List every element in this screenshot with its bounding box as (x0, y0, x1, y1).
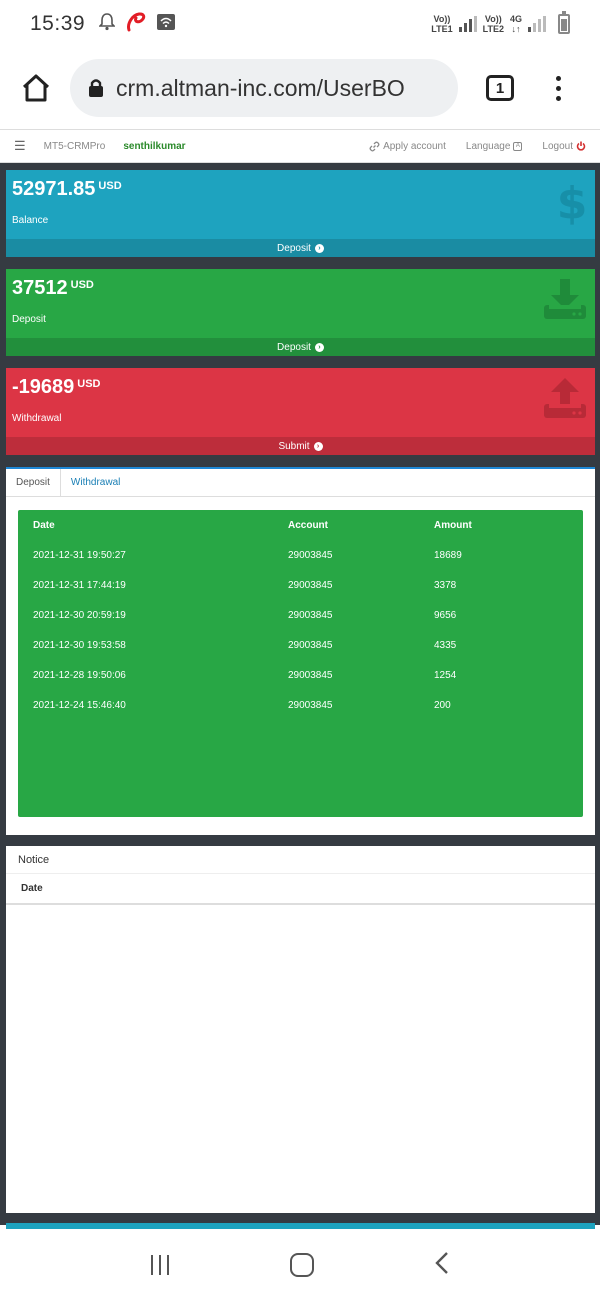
sim1-indicator: Vo)) LTE1 (431, 14, 453, 34)
row-amount: 1254 (434, 669, 457, 681)
dashboard-content: 52971.85 USD Balance $ Deposit › 37512 USD… (0, 163, 600, 1229)
row-date: 2021-12-31 17:44:19 (33, 579, 126, 591)
withdrawal-card: -19689 USD Withdrawal Submit › (6, 368, 595, 455)
data-4g-indicator: 4G ↓↑ (509, 14, 522, 34)
airtel-logo-icon (125, 11, 147, 37)
recent-apps-button[interactable] (150, 1255, 169, 1275)
dollar-icon: $ (557, 178, 588, 231)
withdrawal-label: Withdrawal (12, 413, 62, 424)
notice-title: Notice (6, 846, 595, 874)
row-account: 29003845 (288, 579, 333, 591)
browser-menu-button[interactable] (556, 75, 561, 101)
signal1-icon (458, 16, 477, 32)
bell-icon (98, 12, 116, 36)
row-account: 29003845 (288, 699, 333, 711)
home-icon (22, 74, 50, 102)
url-text: crm.altman-inc.com/UserBO (116, 74, 405, 101)
transaction-tabs: Deposit Withdrawal (6, 469, 595, 497)
signal2-icon (528, 16, 546, 32)
row-date: 2021-12-30 20:59:19 (33, 609, 126, 621)
bottom-panel-edge (6, 1223, 595, 1229)
brand-link[interactable]: MT5-CRMPro (44, 141, 106, 152)
back-button[interactable] (435, 1251, 449, 1280)
row-account: 29003845 (288, 669, 333, 681)
lock-icon (89, 79, 103, 97)
nav-right-links: Apply account Language A Logout (369, 141, 586, 152)
link-icon (369, 141, 380, 151)
status-bar: 15:39 Vo)) LTE1 Vo)) LTE2 4G ↓↑ (0, 0, 600, 48)
notice-column-header-date: Date (6, 874, 595, 905)
language-icon: A (513, 141, 523, 151)
table-row: 2021-12-28 19:50:06 29003845 1254 (18, 660, 583, 690)
username-link[interactable]: senthilkumar (123, 141, 185, 152)
row-amount: 200 (434, 699, 451, 711)
column-header-amount: Amount (434, 519, 472, 531)
deposit-card: 37512 USD Deposit Deposit › (6, 269, 595, 356)
download-icon (543, 277, 587, 328)
balance-deposit-button[interactable]: Deposit › (6, 239, 595, 257)
withdrawal-submit-button[interactable]: Submit › (6, 437, 595, 455)
address-bar[interactable]: crm.altman-inc.com/UserBO (70, 59, 458, 117)
row-amount: 3378 (434, 579, 457, 591)
balance-amount: 52971.85 USD (12, 178, 122, 200)
transactions-panel: Deposit Withdrawal Date Account Amount 2… (6, 467, 595, 835)
tab-withdrawal[interactable]: Withdrawal (61, 469, 130, 496)
table-row: 2021-12-31 19:50:27 29003845 18689 (18, 540, 583, 570)
row-date: 2021-12-24 15:46:40 (33, 699, 126, 711)
row-account: 29003845 (288, 609, 333, 621)
row-date: 2021-12-31 19:50:27 (33, 549, 126, 561)
row-amount: 4335 (434, 639, 457, 651)
sim2-indicator: Vo)) LTE2 (482, 14, 504, 34)
logout-link[interactable]: Logout (542, 141, 586, 152)
table-header: Date Account Amount (18, 510, 583, 540)
row-date: 2021-12-30 19:53:58 (33, 639, 126, 651)
language-link[interactable]: Language A (466, 141, 523, 152)
deposit-amount: 37512 USD (12, 277, 94, 299)
row-date: 2021-12-28 19:50:06 (33, 669, 126, 681)
table-row: 2021-12-30 20:59:19 29003845 9656 (18, 600, 583, 630)
balance-card: 52971.85 USD Balance $ Deposit › (6, 170, 595, 257)
row-amount: 18689 (434, 549, 462, 561)
home-button[interactable] (18, 70, 54, 106)
battery-icon (558, 11, 570, 34)
arrow-right-circle-icon: › (314, 243, 324, 253)
svg-text:$: $ (557, 178, 587, 226)
upload-icon (543, 376, 587, 427)
apply-account-link[interactable]: Apply account (369, 141, 446, 152)
tab-deposit[interactable]: Deposit (6, 469, 61, 496)
column-header-account: Account (288, 519, 328, 531)
app-navbar: ☰ MT5-CRMPro senthilkumar Apply account … (0, 129, 600, 163)
wifi-icon (157, 13, 176, 35)
transactions-table: Date Account Amount 2021-12-31 19:50:27 … (18, 510, 583, 817)
row-amount: 9656 (434, 609, 457, 621)
hamburger-menu-icon[interactable]: ☰ (14, 138, 26, 154)
arrow-right-circle-icon: › (313, 441, 323, 451)
table-row: 2021-12-24 15:46:40 29003845 200 (18, 690, 583, 720)
row-account: 29003845 (288, 639, 333, 651)
column-header-date: Date (33, 519, 55, 531)
status-notification-icons (98, 11, 176, 37)
row-account: 29003845 (288, 549, 333, 561)
notice-panel: Notice Date (6, 846, 595, 1213)
system-home-button[interactable] (289, 1253, 314, 1277)
deposit-button[interactable]: Deposit › (6, 338, 595, 356)
status-time: 15:39 (30, 12, 86, 35)
tab-switcher-button[interactable]: 1 (486, 75, 514, 101)
arrow-right-circle-icon: › (314, 342, 324, 352)
table-row: 2021-12-31 17:44:19 29003845 3378 (18, 570, 583, 600)
status-system-icons: Vo)) LTE1 Vo)) LTE2 4G ↓↑ (431, 11, 570, 34)
balance-label: Balance (12, 215, 49, 226)
deposit-label: Deposit (12, 314, 46, 325)
power-icon (576, 141, 586, 151)
browser-toolbar: crm.altman-inc.com/UserBO 1 (0, 48, 600, 128)
system-nav-bar (0, 1230, 600, 1300)
table-row: 2021-12-30 19:53:58 29003845 4335 (18, 630, 583, 660)
withdrawal-amount: -19689 USD (12, 376, 101, 398)
back-chevron-icon (435, 1251, 449, 1274)
